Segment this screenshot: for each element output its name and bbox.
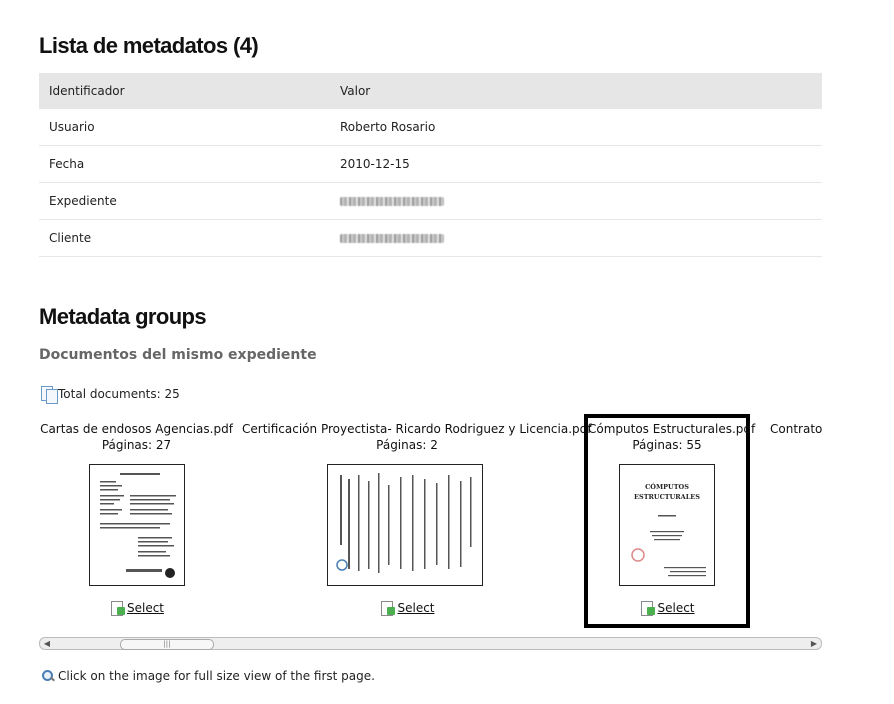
select-link[interactable]: Select [39,600,234,616]
metadata-list-title: Lista de metadatos (4) [39,33,259,58]
metadata-groups-title: Metadata groups [39,304,207,329]
select-document-icon [109,600,125,616]
document-name: Certificación Proyectista- Ricardo Rodri… [242,422,592,436]
page-preview [336,473,472,573]
table-row: Fecha 2010-12-15 [39,145,822,183]
metadata-value-redacted [330,219,822,257]
header-identifier: Identificador [39,73,330,109]
document-pages: Páginas: 2 [376,438,438,452]
document-pages: Páginas: 55 [632,438,702,452]
metadata-header-row: Identificador Valor [39,73,822,109]
document-thumbnail[interactable] [89,464,185,586]
total-documents-label: Total documents: 25 [58,387,180,401]
group-subtitle: Documentos del mismo expediente [39,347,317,363]
document-name: Cartas de endosos Agencias.pdf [40,422,233,436]
scroll-right-icon[interactable]: ▶ [808,638,820,649]
select-label[interactable]: Select [657,601,694,615]
horizontal-scrollbar[interactable]: ◀ ||| ▶ [39,637,822,650]
table-row: Expediente [39,182,822,220]
redacted-value [340,234,444,243]
redacted-value [340,197,444,206]
document-thumbnail[interactable]: CÓMPUTOS ESTRUCTURALES [619,464,715,586]
full-size-hint: Click on the image for full size view of… [41,669,375,683]
metadata-identifier: Fecha [39,145,330,183]
svg-text:ESTRUCTURALES: ESTRUCTURALES [634,493,700,501]
select-label[interactable]: Select [397,601,434,615]
table-row: Cliente [39,219,822,257]
scrollbar-thumb[interactable]: ||| [120,639,214,650]
hint-text: Click on the image for full size view of… [58,669,375,683]
scroll-left-icon[interactable]: ◀ [41,638,53,649]
select-link[interactable]: Select [588,600,746,616]
select-link[interactable]: Select [242,600,572,616]
metadata-table: Identificador Valor Usuario Roberto Rosa… [39,73,822,257]
magnifier-icon [41,669,55,683]
document-name: Cómputos Estructurales.pdf [588,422,756,436]
document-pages: Páginas: 27 [101,438,172,452]
document-card-selected: Cómputos Estructurales.pdf Páginas: 55 C… [584,414,756,628]
metadata-identifier: Cliente [39,219,330,257]
select-document-icon [639,600,656,616]
documents-strip[interactable]: Cartas de endosos Agencias.pdf Páginas: … [39,414,822,634]
document-card: Cartas de endosos Agencias.pdf Páginas: … [39,414,234,634]
metadata-identifier: Usuario [39,109,330,146]
metadata-value: Roberto Rosario [330,109,822,146]
total-documents: Total documents: 25 [40,385,180,404]
select-document-icon [379,600,396,616]
page-preview: CÓMPUTOS ESTRUCTURALES [631,482,706,577]
document-card: Certificación Proyectista- Ricardo Rodri… [242,414,592,634]
page-preview [100,473,176,578]
document-name: Contrato c [770,422,822,436]
metadata-value-redacted [330,182,822,220]
select-label[interactable]: Select [127,601,164,615]
svg-text:CÓMPUTOS: CÓMPUTOS [645,482,689,491]
table-row: Usuario Roberto Rosario [39,109,822,146]
metadata-value: 2010-12-15 [330,145,822,183]
document-card: Contrato c [770,414,822,634]
documents-icon [40,385,58,404]
header-value: Valor [330,73,822,109]
document-thumbnail[interactable] [327,464,483,586]
metadata-identifier: Expediente [39,182,330,220]
